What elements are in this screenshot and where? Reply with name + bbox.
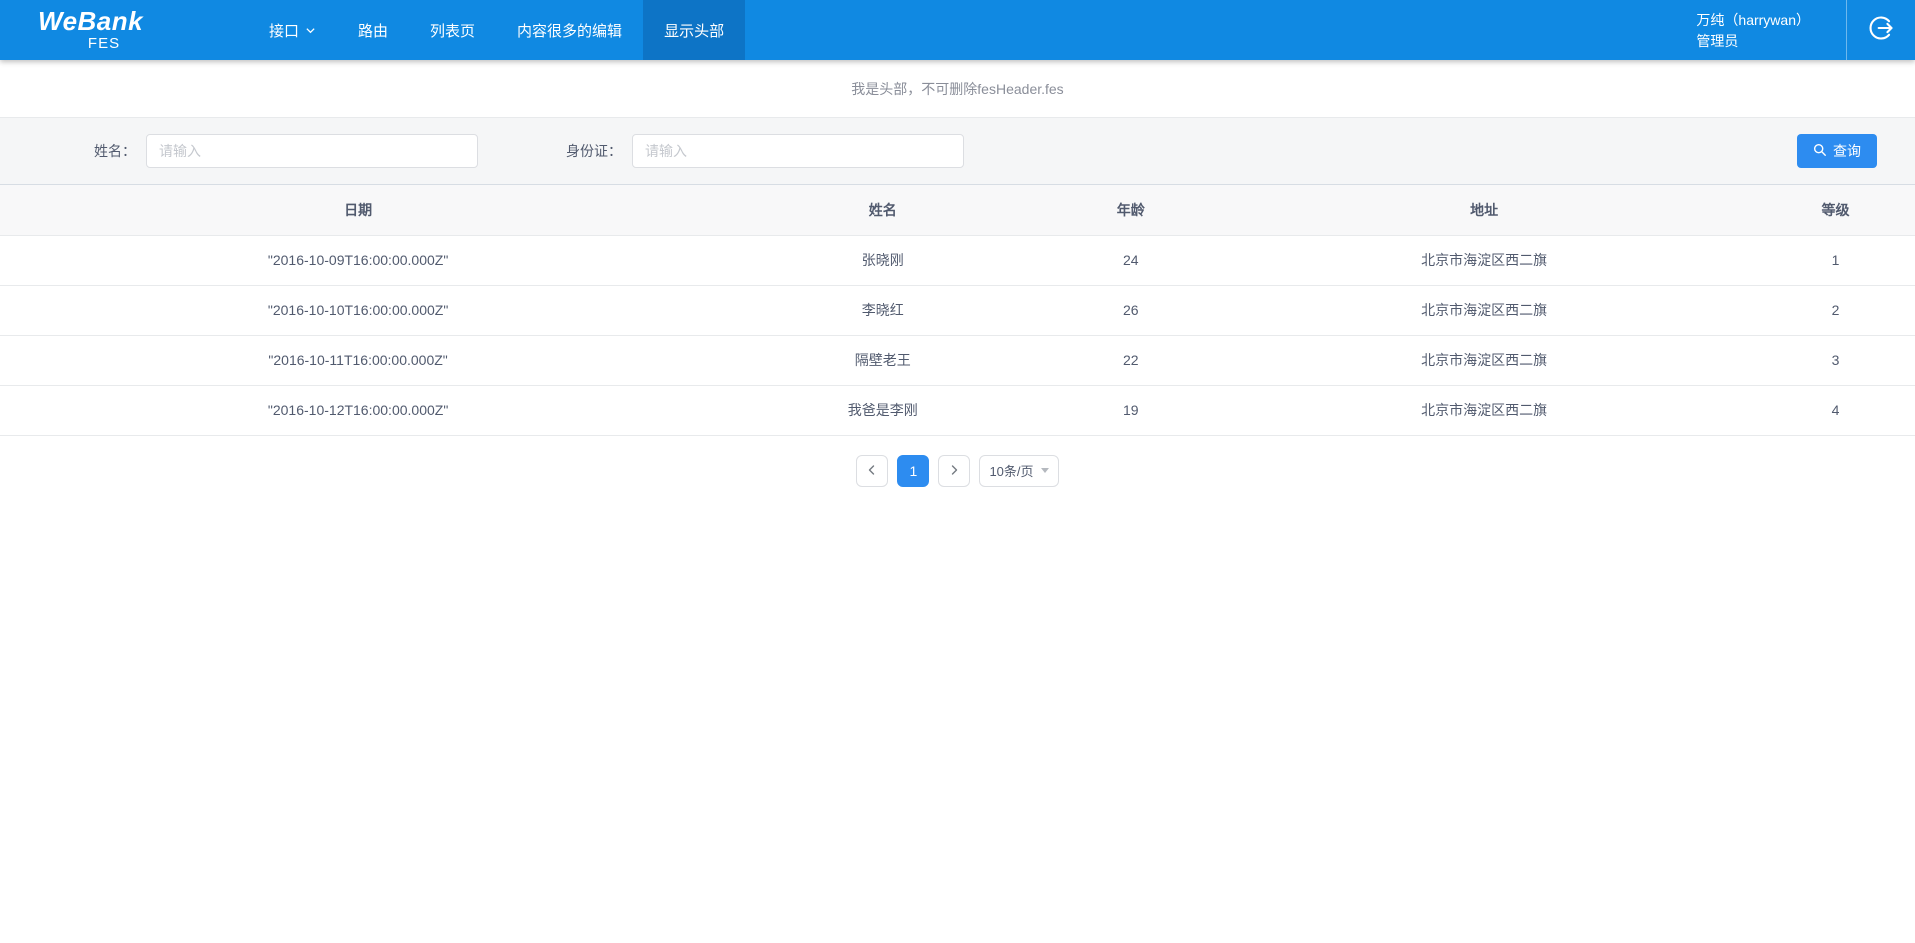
top-navbar: WeBank FES 接口 路由 列表页 内容很多的编辑 显示头部 万纯（har… (0, 0, 1915, 60)
brand-title: WeBank (38, 7, 170, 35)
page-header-band: 我是头部，不可删除fesHeader.fes (0, 60, 1915, 117)
cell-date: "2016-10-09T16:00:00.000Z" (0, 235, 716, 285)
cell-date: "2016-10-12T16:00:00.000Z" (0, 385, 716, 435)
cell-name: 张晓刚 (716, 235, 1049, 285)
user-info: 万纯（harrywan） 管理员 (1696, 0, 1810, 60)
brand-logo[interactable]: WeBank FES (38, 0, 170, 60)
nav-item-route[interactable]: 路由 (337, 0, 409, 60)
cell-age: 19 (1049, 385, 1212, 435)
id-card-input[interactable] (632, 134, 964, 168)
table-row: "2016-10-12T16:00:00.000Z" 我爸是李刚 19 北京市海… (0, 385, 1915, 435)
id-field-group: 身份证： (566, 134, 964, 168)
search-bar: 姓名： 身份证： 查询 (0, 117, 1915, 185)
table-row: "2016-10-09T16:00:00.000Z" 张晓刚 24 北京市海淀区… (0, 235, 1915, 285)
table-row: "2016-10-10T16:00:00.000Z" 李晓红 26 北京市海淀区… (0, 285, 1915, 335)
page-number: 1 (910, 463, 918, 479)
search-button-label: 查询 (1833, 141, 1861, 161)
nav-item-label: 内容很多的编辑 (517, 20, 622, 41)
next-page-button[interactable] (938, 455, 970, 487)
cell-date: "2016-10-10T16:00:00.000Z" (0, 285, 716, 335)
chevron-right-icon (948, 463, 960, 479)
nav-item-label: 列表页 (430, 20, 475, 41)
column-header-age: 年龄 (1049, 185, 1212, 235)
chevron-down-icon (305, 25, 316, 36)
page-size-label: 10条/页 (989, 461, 1033, 480)
id-field-label: 身份证： (566, 141, 622, 161)
nav-item-long-edit[interactable]: 内容很多的编辑 (496, 0, 643, 60)
nav-item-list-page[interactable]: 列表页 (409, 0, 496, 60)
nav-item-api[interactable]: 接口 (248, 0, 337, 60)
nav-item-label: 路由 (358, 20, 388, 41)
column-header-address: 地址 (1212, 185, 1756, 235)
column-header-level: 等级 (1756, 185, 1915, 235)
navbar-spacer (745, 0, 1696, 60)
caret-down-icon (1041, 468, 1049, 473)
logout-button[interactable] (1847, 0, 1915, 60)
cell-level: 2 (1756, 285, 1915, 335)
cell-age: 22 (1049, 335, 1212, 385)
cell-age: 26 (1049, 285, 1212, 335)
column-header-name: 姓名 (716, 185, 1049, 235)
name-field-group: 姓名： (94, 134, 478, 168)
cell-name: 李晓红 (716, 285, 1049, 335)
page-header-text: 我是头部，不可删除fesHeader.fes (851, 79, 1063, 99)
cell-date: "2016-10-11T16:00:00.000Z" (0, 335, 716, 385)
cell-address: 北京市海淀区西二旗 (1212, 385, 1756, 435)
column-header-date: 日期 (0, 185, 716, 235)
cell-name: 我爸是李刚 (716, 385, 1049, 435)
nav-item-label: 接口 (269, 20, 299, 41)
cell-age: 24 (1049, 235, 1212, 285)
cell-level: 3 (1756, 335, 1915, 385)
table-row: "2016-10-11T16:00:00.000Z" 隔壁老王 22 北京市海淀… (0, 335, 1915, 385)
cell-level: 1 (1756, 235, 1915, 285)
search-button[interactable]: 查询 (1797, 134, 1877, 168)
name-input[interactable] (146, 134, 478, 168)
cell-address: 北京市海淀区西二旗 (1212, 285, 1756, 335)
user-role: 管理员 (1696, 32, 1810, 50)
nav-item-label: 显示头部 (664, 20, 724, 41)
page-number-button[interactable]: 1 (897, 455, 929, 487)
user-name: 万纯（harrywan） (1696, 11, 1810, 29)
prev-page-button[interactable] (856, 455, 888, 487)
page-size-select[interactable]: 10条/页 (979, 455, 1058, 487)
cell-level: 4 (1756, 385, 1915, 435)
pagination: 1 10条/页 (0, 455, 1915, 487)
search-icon (1813, 143, 1827, 160)
cell-name: 隔壁老王 (716, 335, 1049, 385)
chevron-left-icon (866, 463, 878, 479)
nav-item-show-header[interactable]: 显示头部 (643, 0, 745, 60)
data-table: 日期 姓名 年龄 地址 等级 "2016-10-09T16:00:00.000Z… (0, 185, 1915, 436)
cell-address: 北京市海淀区西二旗 (1212, 235, 1756, 285)
cell-address: 北京市海淀区西二旗 (1212, 335, 1756, 385)
brand-subtitle: FES (38, 35, 170, 53)
logout-icon (1867, 14, 1895, 47)
table-header-row: 日期 姓名 年龄 地址 等级 (0, 185, 1915, 235)
name-field-label: 姓名： (94, 141, 136, 161)
nav-menu: 接口 路由 列表页 内容很多的编辑 显示头部 (248, 0, 745, 60)
